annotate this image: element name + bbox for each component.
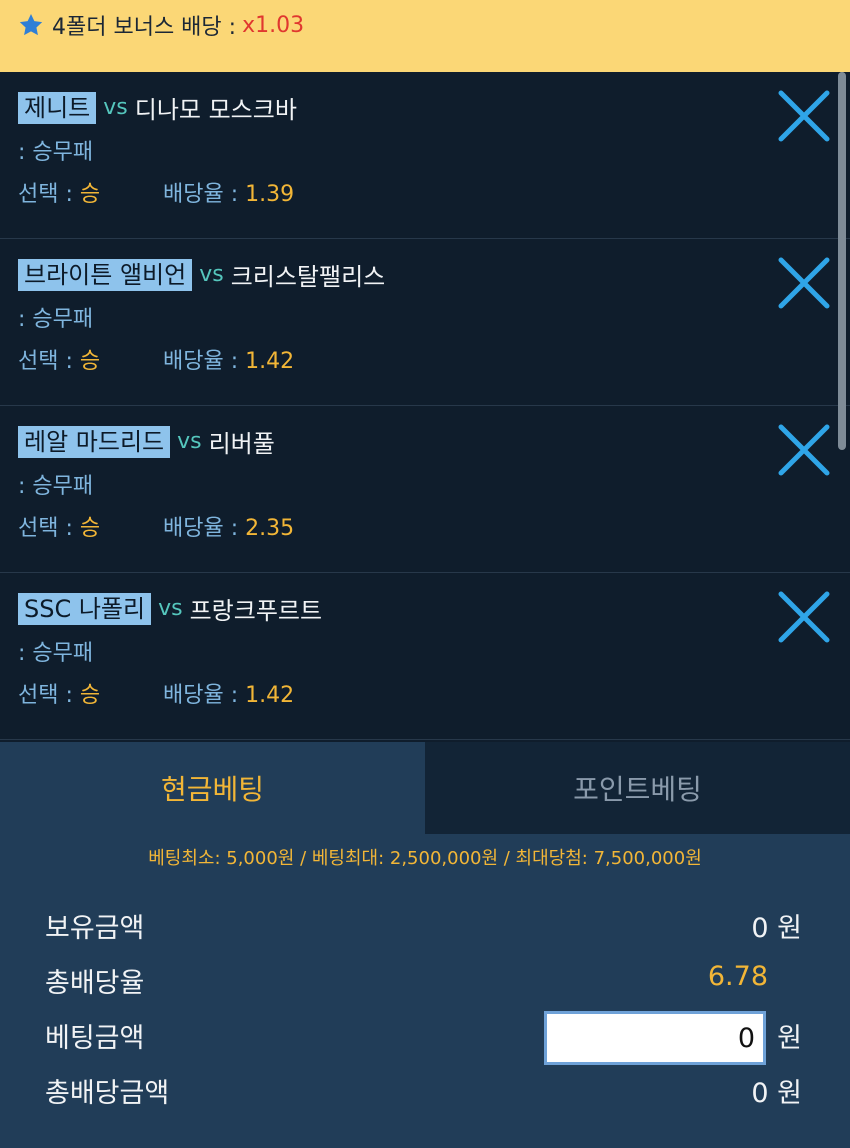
tab-point-betting[interactable]: 포인트베팅 (425, 742, 850, 834)
home-team: 브라이튼 앨비언 (18, 258, 193, 291)
bet-item: 레알 마드리드 vs 리버풀 : 승무패 선택 : 승 배당율 : 2.35 (0, 406, 850, 573)
away-team: 크리스탈팰리스 (230, 263, 386, 291)
bet-item: 제니트 vs 디나모 모스크바 : 승무패 선택 : 승 배당율 : 1.39 (0, 72, 850, 239)
selection-label: 선택 : (18, 683, 80, 708)
odds: 배당율 : 1.42 (163, 343, 294, 375)
vs-label: vs (103, 95, 128, 120)
bet-item: SSC 나폴리 vs 프랑크푸르트 : 승무패 선택 : 승 배당율 : 1.4… (0, 573, 850, 740)
selection: 선택 : 승 (18, 677, 100, 709)
betslip-page: 4폴더 보너스 배당 : x1.03 제니트 vs 디나모 모스크바 : 승무패… (0, 0, 850, 1148)
bet-item: 브라이튼 앨비언 vs 크리스탈팰리스 : 승무패 선택 : 승 배당율 : 1… (0, 239, 850, 406)
bet-type-tabs: 현금베팅 포인트베팅 (0, 742, 850, 834)
remove-bet-button[interactable] (776, 88, 832, 144)
market-label: : 승무패 (18, 474, 94, 499)
odds-value: 1.42 (245, 349, 295, 374)
bet-list: 제니트 vs 디나모 모스크바 : 승무패 선택 : 승 배당율 : 1.39 … (0, 72, 850, 740)
total-odds-label: 총배당율 (45, 968, 145, 999)
total-odds-value: 6.78 (707, 961, 768, 992)
tab-cash-betting[interactable]: 현금베팅 (0, 742, 425, 834)
scrollbar-thumb[interactable] (838, 72, 846, 450)
stake-row: 베팅금액 원 (0, 1011, 850, 1067)
remove-bet-button[interactable] (776, 255, 832, 311)
balance-label: 보유금액 (45, 913, 145, 944)
total-odds-row: 총배당율 6.78 (0, 957, 850, 1012)
odds-value: 1.39 (245, 182, 295, 207)
selection-pick: 승 (79, 516, 101, 541)
market-label: : 승무패 (18, 641, 94, 666)
payout-row: 총배당금액 0 원 (0, 1067, 850, 1122)
selection: 선택 : 승 (18, 343, 100, 375)
vs-label: vs (158, 596, 183, 621)
bonus-bar: 4폴더 보너스 배당 : x1.03 (0, 0, 850, 72)
odds-label: 배당율 : (163, 182, 246, 207)
payout-value: 0 원 (751, 1078, 802, 1109)
odds-label: 배당율 : (163, 683, 246, 708)
close-icon (778, 591, 830, 643)
vs-label: vs (177, 429, 202, 454)
selection-label: 선택 : (18, 182, 80, 207)
remove-bet-button[interactable] (776, 589, 832, 645)
balance-row: 보유금액 0 원 (0, 902, 850, 957)
match-title: SSC 나폴리 vs 프랑크푸르트 (18, 591, 322, 626)
match-title: 레알 마드리드 vs 리버풀 (18, 424, 275, 459)
selection-pick: 승 (79, 349, 101, 374)
selection-label: 선택 : (18, 349, 80, 374)
odds: 배당율 : 2.35 (163, 510, 294, 542)
bet-summary: 보유금액 0 원 총배당율 6.78 베팅금액 원 총배당금액 0 원 (0, 902, 850, 1122)
vs-label: vs (199, 262, 224, 287)
bonus-multiplier: x1.03 (242, 12, 305, 38)
payout-label: 총배당금액 (45, 1078, 170, 1109)
stake-input[interactable] (544, 1011, 766, 1065)
odds: 배당율 : 1.42 (163, 677, 294, 709)
betting-panel: 현금베팅 포인트베팅 베팅최소: 5,000원 / 베팅최대: 2,500,00… (0, 742, 850, 1148)
match-title: 제니트 vs 디나모 모스크바 (18, 90, 297, 125)
home-team: 제니트 (18, 91, 97, 124)
market-label: : 승무패 (18, 307, 94, 332)
remove-bet-button[interactable] (776, 422, 832, 478)
selection: 선택 : 승 (18, 176, 100, 208)
close-icon (778, 90, 830, 142)
home-team: SSC 나폴리 (18, 592, 152, 625)
odds-value: 1.42 (245, 683, 295, 708)
betting-limits: 베팅최소: 5,000원 / 베팅최대: 2,500,000원 / 최대당첨: … (148, 848, 702, 869)
selection-pick: 승 (79, 182, 101, 207)
star-icon (18, 12, 44, 38)
odds-value: 2.35 (245, 516, 295, 541)
odds: 배당율 : 1.39 (163, 176, 294, 208)
match-title: 브라이튼 앨비언 vs 크리스탈팰리스 (18, 257, 385, 292)
home-team: 레알 마드리드 (18, 425, 171, 458)
away-team: 디나모 모스크바 (134, 96, 297, 124)
selection: 선택 : 승 (18, 510, 100, 542)
stake-label: 베팅금액 (45, 1023, 145, 1054)
selection-pick: 승 (79, 683, 101, 708)
away-team: 프랑크푸르트 (189, 597, 323, 625)
odds-label: 배당율 : (163, 516, 246, 541)
close-icon (778, 257, 830, 309)
bonus-label: 4폴더 보너스 배당 : (52, 15, 237, 40)
close-icon (778, 424, 830, 476)
selection-label: 선택 : (18, 516, 80, 541)
market-label: : 승무패 (18, 140, 94, 165)
stake-unit: 원 (777, 1023, 802, 1054)
balance-value: 0 원 (751, 913, 802, 944)
away-team: 리버풀 (208, 430, 275, 458)
odds-label: 배당율 : (163, 349, 246, 374)
